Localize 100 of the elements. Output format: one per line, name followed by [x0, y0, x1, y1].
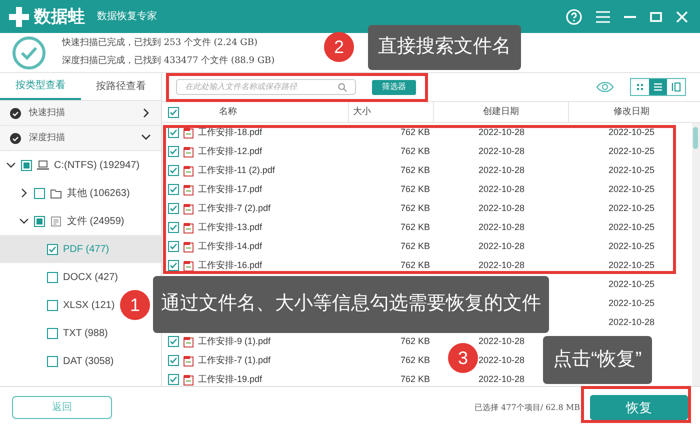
tree-item[interactable]: DOCX (427) [0, 263, 120, 291]
list-view-icon [653, 82, 663, 92]
scan-status-text: 深度扫描已完成，已找到 433477 个文件 (88.9 GB) [62, 54, 275, 68]
checkbox[interactable] [47, 244, 58, 254]
tree-item[interactable]: C:(NTFS) (192947) [0, 151, 142, 179]
chevron-down-icon[interactable] [6, 160, 16, 170]
checkbox[interactable] [21, 160, 32, 170]
close-icon[interactable] [676, 10, 688, 22]
app-subtitle: 数据恢复专家 [97, 10, 157, 24]
check-circle-icon [12, 36, 46, 70]
modified-date: 2022-10-25 [608, 298, 655, 308]
checkbox[interactable] [168, 165, 179, 176]
file-name: 工作安排-19.pdf [198, 372, 262, 386]
step-number-badge: 2 [324, 32, 354, 62]
created-date: 2022-10-28 [478, 240, 525, 251]
file-size: 762 KB [400, 222, 430, 232]
minimize-icon[interactable] [624, 16, 636, 18]
file-name: 工作安排-9 (1).pdf [198, 334, 271, 348]
modified-date: 2022-10-28 [608, 316, 655, 327]
modified-date: 2022-10-25 [608, 164, 655, 175]
file-size: 762 KB [400, 374, 430, 384]
file-size: 762 KB [400, 164, 430, 175]
checkbox[interactable] [168, 146, 179, 157]
tree-item[interactable]: TXT (988) [0, 319, 110, 347]
checkbox[interactable] [168, 374, 179, 385]
file-name: 工作安排-11 (2).pdf [198, 164, 275, 177]
checkbox[interactable] [47, 356, 58, 366]
maximize-icon[interactable] [650, 12, 662, 22]
created-date: 2022-10-28 [478, 374, 525, 384]
view-mode-button[interactable] [649, 79, 667, 95]
checkbox[interactable] [168, 336, 179, 347]
created-date: 2022-10-28 [478, 126, 525, 137]
checkbox[interactable] [168, 184, 179, 195]
chevron-right-icon[interactable] [141, 108, 151, 118]
file-size: 762 KB [400, 146, 430, 156]
modified-date: 2022-10-25 [608, 184, 655, 194]
pdf-file-icon [183, 202, 194, 214]
help-icon[interactable] [566, 8, 582, 24]
created-date: 2022-10-28 [478, 202, 525, 213]
view-tab[interactable]: 按路径查看 [80, 73, 161, 100]
file-name: 工作安排-12.pdf [198, 144, 262, 158]
selection-summary: 已选择 477个项目/ 62.8 MB [474, 402, 580, 414]
file-name: 工作安排-7 (1).pdf [198, 354, 271, 367]
file-name: 工作安排-17.pdf [198, 182, 262, 196]
tree-item[interactable]: 文件 (24959) [0, 207, 126, 235]
created-date: 2022-10-28 [478, 354, 525, 365]
checkbox[interactable] [34, 188, 45, 198]
column-header[interactable]: 名称 [219, 105, 237, 119]
search-icon [338, 82, 347, 92]
file-size: 762 KB [400, 336, 430, 346]
checkbox[interactable] [168, 127, 179, 138]
checkbox[interactable] [34, 216, 45, 226]
menu-icon[interactable] [596, 10, 610, 22]
file-size: 762 KB [400, 260, 430, 270]
pdf-file-icon [183, 374, 194, 386]
modified-date: 2022-10-25 [608, 278, 655, 289]
tree-item[interactable]: XLSX (121) [0, 291, 117, 319]
document-icon [50, 216, 62, 226]
pdf-file-icon [183, 260, 194, 272]
created-date: 2022-10-28 [478, 184, 525, 194]
tree-item[interactable]: DAT (3058) [0, 347, 116, 375]
pdf-file-icon [183, 222, 194, 234]
column-header[interactable]: 修改日期 [614, 105, 650, 119]
checkbox[interactable] [168, 222, 179, 233]
step-number-badge: 1 [120, 290, 150, 320]
scan-group-row[interactable]: 快速扫描 [0, 101, 161, 126]
eye-icon[interactable] [596, 81, 614, 93]
pdf-file-icon [183, 184, 194, 196]
tree-item[interactable]: 其他 (106263) [0, 179, 132, 207]
checkbox[interactable] [168, 260, 179, 271]
file-name: 工作安排-13.pdf [198, 220, 262, 234]
column-header[interactable]: 大小 [353, 105, 371, 119]
chevron-right-icon[interactable] [19, 188, 29, 198]
scrollbar-thumb[interactable] [693, 127, 698, 149]
plus-logo-icon [8, 6, 30, 28]
file-name: 工作安排-16.pdf [198, 258, 262, 272]
checkbox[interactable] [47, 300, 58, 310]
callout-text: 通过文件名、大小等信息勾选需要恢复的文件 [153, 276, 549, 333]
checkbox[interactable] [47, 328, 58, 338]
file-size: 762 KB [400, 126, 430, 137]
checkbox[interactable] [47, 272, 58, 282]
pdf-file-icon [183, 240, 194, 252]
detail-view-icon [671, 82, 681, 92]
check-circle-icon [10, 132, 21, 144]
file-name: 工作安排-18.pdf [198, 126, 262, 139]
column-header[interactable]: 创建日期 [483, 105, 519, 119]
checkbox[interactable] [168, 203, 179, 214]
chevron-down-icon[interactable] [19, 216, 29, 226]
laptop-icon [37, 160, 49, 170]
search-field[interactable]: 在此处输入文件名称或保存路径 [176, 79, 356, 95]
scan-group-row[interactable]: 深度扫描 [0, 126, 161, 151]
checkbox[interactable] [168, 241, 179, 252]
checkbox[interactable] [168, 355, 179, 366]
file-size: 762 KB [400, 184, 430, 194]
pdf-file-icon [183, 126, 194, 138]
modified-date: 2022-10-25 [608, 146, 655, 156]
modified-date: 2022-10-25 [608, 126, 655, 137]
pdf-file-icon [183, 336, 194, 348]
checkbox[interactable] [168, 106, 179, 118]
created-date: 2022-10-28 [478, 146, 525, 156]
